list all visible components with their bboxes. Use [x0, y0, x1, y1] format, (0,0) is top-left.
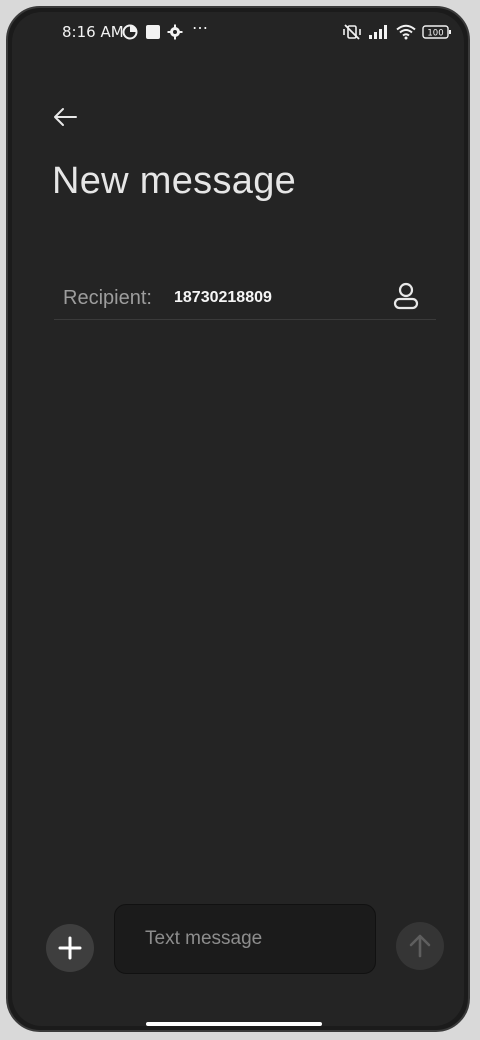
screen: 8:16 AM ⋯ 100 New message Recipient: 187… — [12, 12, 464, 1026]
overflow-dots-icon: ⋯ — [192, 20, 210, 37]
status-time: 8:16 AM — [62, 23, 124, 41]
home-indicator[interactable] — [146, 1022, 322, 1026]
attach-button[interactable] — [46, 924, 94, 972]
battery-level: 100 — [427, 29, 443, 39]
back-arrow-icon[interactable] — [50, 102, 80, 132]
square-icon — [146, 25, 160, 39]
send-button[interactable] — [396, 922, 444, 970]
contact-picker-person-icon[interactable] — [390, 280, 422, 312]
signal-icon — [369, 25, 387, 39]
phone-frame: 8:16 AM ⋯ 100 New message Recipient: 187… — [6, 6, 470, 1032]
wifi-icon — [396, 24, 416, 40]
vibrate-off-icon — [343, 24, 361, 40]
device: 8:16 AM ⋯ 100 New message Recipient: 187… — [0, 0, 480, 1040]
arrow-up-icon — [409, 934, 431, 958]
page-title: New message — [52, 160, 297, 202]
plus-icon — [58, 936, 82, 960]
recipient-field[interactable]: Recipient: 18730218809 — [54, 274, 436, 320]
status-bar: 8:16 AM ⋯ 100 — [12, 12, 464, 56]
battery-icon: 100 — [422, 25, 451, 39]
settings-icon — [167, 24, 183, 40]
recipient-number[interactable]: 18730218809 — [174, 288, 272, 308]
data-saver-icon — [122, 24, 138, 40]
recipient-label: Recipient: — [63, 287, 152, 309]
text-message-input[interactable] — [114, 904, 376, 974]
